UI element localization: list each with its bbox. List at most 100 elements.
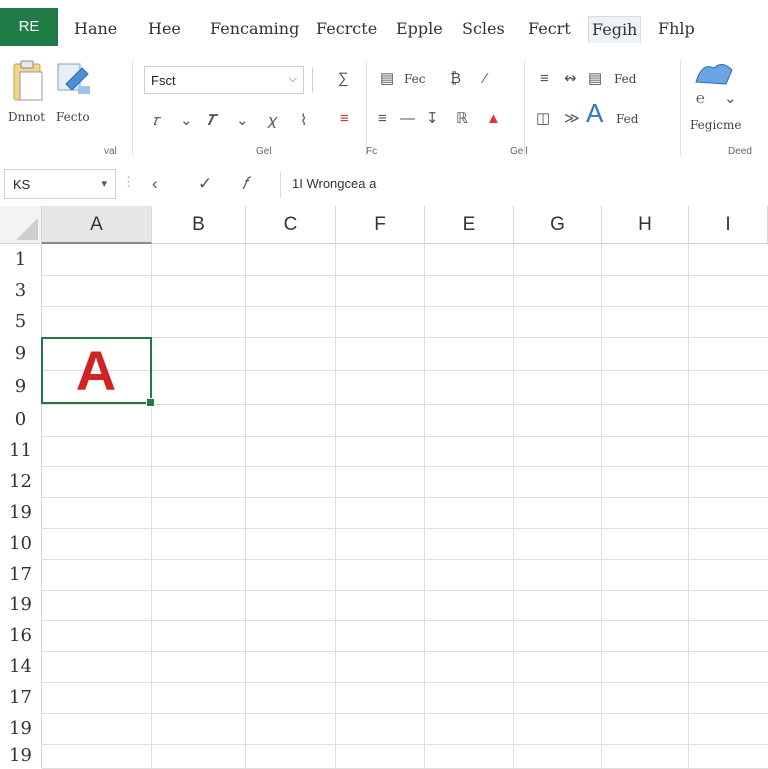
orientation-icon[interactable]: ₿ [450,70,461,88]
cell-styles-icon[interactable]: ◫ [536,110,550,128]
row-header[interactable]: 19 [0,744,42,768]
clipboard-group-label: val [104,146,117,157]
ribbon: Dnnot Fecto val Fsct ⌵ ∑ 𝜏 ⌄ 𝜯 ⌄ 𝜒 ⌇ ≡ G… [0,52,768,165]
align-top-icon[interactable]: ▤ [380,70,394,88]
row-header[interactable]: 16 [0,620,42,651]
column-header-d[interactable]: F [336,206,425,244]
chevron-down-icon: ⌵ [288,73,297,85]
insert-function-icon[interactable]: 𝑓 [242,174,247,194]
alignment-group-label: Fc [366,146,378,157]
row-header[interactable]: 17 [0,559,42,590]
row-header[interactable]: 19 [0,497,42,528]
grid-line [688,244,689,768]
row-header[interactable]: 19 [0,590,42,620]
chevron-down-icon[interactable]: ⌄ [236,112,249,130]
row-header[interactable]: 10 [0,528,42,559]
tab-home[interactable]: Hane [74,16,117,42]
enter-check-icon[interactable]: ✓ [198,174,212,194]
tab-page[interactable]: Fegih [588,16,642,43]
fill-label[interactable]: Fed [614,72,636,86]
grid-line [42,528,768,529]
sort-filter-icon[interactable]: ℮ [696,90,705,108]
font-group-label: Gel [256,146,272,157]
wrap-text-label[interactable]: Fec [404,72,426,86]
conditional-format-icon[interactable]: ≡ [540,70,549,88]
column-header-b[interactable]: B [152,206,246,244]
formula-divider [280,172,281,198]
paste-special-label[interactable]: Fecto [56,110,90,124]
align-right-icon[interactable]: ↧ [426,110,439,128]
formula-bar: KS ▾ ⋮ ‹ ✓ 𝑓 1I Wrongcea a [0,164,768,207]
name-box[interactable]: KS ▾ [4,169,116,199]
styles-label[interactable]: Fegicme [690,118,742,132]
tab-file[interactable]: RE [0,8,58,46]
align-center-icon[interactable]: — [400,110,415,128]
font-size-icon[interactable]: ∑ [338,70,349,88]
grid-line [42,275,768,276]
resize-handle-icon[interactable]: ⋮ [122,174,135,196]
font-a-icon[interactable]: A [586,100,603,126]
column-header-e[interactable]: E [425,206,514,244]
fill-handle[interactable] [146,398,155,407]
chevron-right-icon[interactable]: ≫ [564,110,580,128]
font-color-icon[interactable]: ≡ [340,110,349,128]
italic-icon[interactable]: 𝜏 [152,112,159,130]
grid-line [42,466,768,467]
tab-apple[interactable]: Epple [396,16,443,42]
paste-icon[interactable] [12,60,46,104]
row-header[interactable]: 0 [0,404,42,436]
fill-color-icon[interactable]: ⌇ [300,112,307,130]
ribbon-tab-bar: RE Hane Hee Fencaming Fecrcte Epple Scle… [0,0,768,52]
row-header[interactable]: 11 [0,436,42,466]
group-divider [524,60,525,156]
strikethrough-icon[interactable]: 𝜯 [206,112,215,130]
font-name-dropdown[interactable]: Fsct ⌵ [144,66,304,94]
chevron-down-icon[interactable]: ⌄ [180,112,193,130]
indent-icon[interactable]: ⁄ [484,70,487,88]
align-left-icon[interactable]: ≡ [378,110,387,128]
row-header[interactable]: 9 [0,370,42,404]
formula-input[interactable]: 1I Wrongcea a [292,176,376,191]
tab-formatting[interactable]: Fencaming [210,16,299,42]
column-header-a[interactable]: A [42,206,152,244]
row-header[interactable]: 9 [0,337,42,370]
column-header-c[interactable]: C [246,206,336,244]
select-all-button[interactable] [0,206,42,244]
format-table-icon[interactable]: ▤ [588,70,602,88]
fill-label-2[interactable]: Fed [616,112,638,126]
tab-scales[interactable]: Scles [462,16,505,42]
grid-line [151,244,152,768]
spreadsheet-grid[interactable]: A B C F E G H I 1 3 5 9 9 0 11 12 19 10 17 19 16 14 17… [0,206,768,769]
tab-insert[interactable]: Hee [148,16,181,42]
cancel-icon[interactable]: ‹ [152,174,158,194]
active-cell-selection[interactable] [41,337,155,407]
row-header[interactable]: 12 [0,466,42,497]
grid-line [42,559,768,560]
chevron-right-icon[interactable]: ↭ [564,70,577,88]
font-size-dropdown[interactable] [312,68,325,92]
row-header[interactable]: 19 [0,713,42,744]
editing-group-label: Deed [728,146,752,157]
chevron-down-icon[interactable]: ⌄ [724,90,737,108]
grid-line [42,651,768,652]
grid-line [42,620,768,621]
row-header[interactable]: 5 [0,306,42,337]
column-header-h[interactable]: I [689,206,768,244]
select-all-triangle-icon [16,218,38,240]
format-painter-icon[interactable] [56,60,94,98]
row-header[interactable]: 3 [0,275,42,306]
borders-icon[interactable]: 𝜒 [268,112,277,130]
warning-icon[interactable]: ▲ [486,110,501,128]
find-select-icon[interactable] [692,58,740,88]
row-header[interactable]: 1 [0,244,42,275]
column-header-g[interactable]: H [602,206,689,244]
row-header[interactable]: 17 [0,682,42,713]
paste-label[interactable]: Dnnot [8,110,45,124]
tab-feet[interactable]: Fecrt [528,16,571,42]
column-header-f[interactable]: G [514,206,602,244]
group-divider [366,60,367,156]
merge-icon[interactable]: ℝ [456,110,468,128]
tab-records[interactable]: Fecrcte [316,16,377,42]
row-header[interactable]: 14 [0,651,42,682]
tab-help[interactable]: Fhlp [658,16,695,42]
